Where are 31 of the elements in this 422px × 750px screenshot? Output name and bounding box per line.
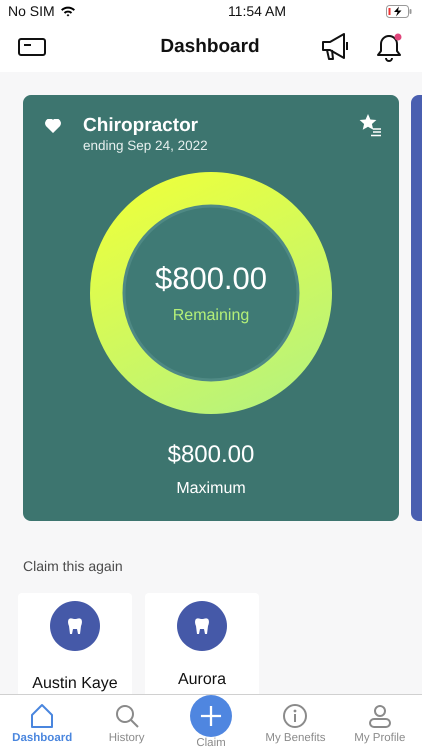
tab[interactable]: Dashboard	[0, 695, 84, 750]
carrier-text: No SIM	[8, 3, 55, 19]
section-heading: Claim this again	[23, 558, 124, 574]
home-icon	[29, 703, 56, 729]
info-icon	[282, 703, 308, 729]
maximum-amount: $800.00	[168, 441, 254, 469]
card-icon[interactable]	[18, 37, 46, 57]
tab[interactable]: My Profile	[338, 695, 422, 750]
remaining-label: Remaining	[172, 307, 250, 325]
provider-name: Austin Kaye	[32, 675, 118, 693]
page-title: Dashboard	[160, 36, 260, 58]
tab[interactable]: History	[84, 695, 169, 750]
tab[interactable]: My Benefits	[253, 695, 338, 750]
provider-name: Aurora	[178, 671, 226, 689]
clock-text: 11:54 AM	[228, 3, 286, 19]
heart-icon[interactable]	[45, 119, 61, 133]
bell-icon[interactable]	[376, 32, 404, 62]
tooth-icon	[177, 601, 227, 651]
provider-card[interactable]: Aurora	[145, 593, 259, 694]
star-list-icon[interactable]	[359, 113, 383, 137]
benefit-card[interactable]: Chiropractor ending Sep 24, 2022 $800.00 Remaining $800.00 Maximum	[23, 95, 399, 521]
tab[interactable]: Claim	[168, 695, 254, 750]
provider-card[interactable]: Austin Kaye	[18, 593, 132, 694]
person-icon	[366, 703, 393, 729]
search-icon	[114, 703, 140, 729]
maximum-label: Maximum	[176, 480, 246, 498]
wifi-icon	[60, 5, 76, 17]
tooth-icon	[50, 601, 100, 651]
benefit-period: ending Sep 24, 2022	[83, 138, 209, 153]
benefit-title: Chiropractor	[83, 115, 200, 137]
remaining-amount: $800.00	[154, 261, 268, 297]
